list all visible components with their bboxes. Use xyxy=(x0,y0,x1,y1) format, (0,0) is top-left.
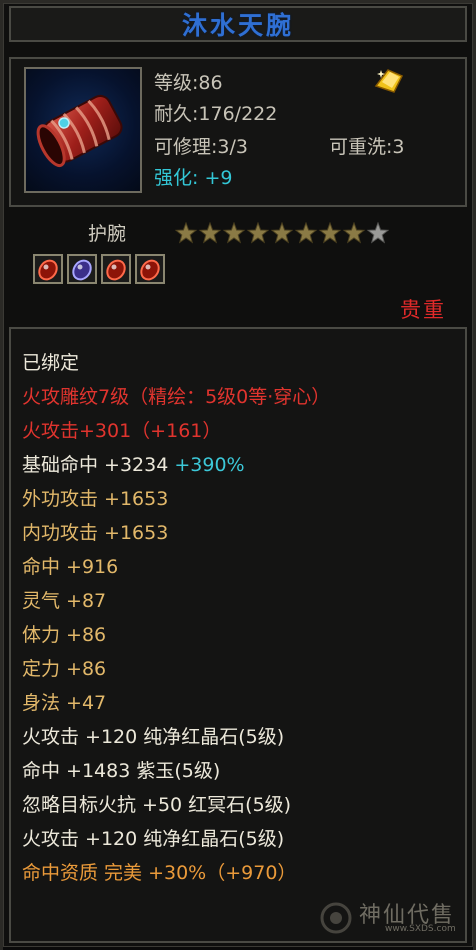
attribute-text: 灵气 +87 xyxy=(22,590,107,612)
red-gem-icon xyxy=(140,259,160,281)
star-filled-icon xyxy=(175,222,197,244)
attribute-text: +390% xyxy=(174,454,245,476)
star-filled-icon xyxy=(199,222,221,244)
attribute-text: 火攻击 +120 纯净红晶石(5级) xyxy=(22,726,285,748)
attribute-line: 体力 +86 xyxy=(22,622,330,656)
attribute-text: 忽略目标火抗 +50 红冥石(5级) xyxy=(22,794,292,816)
gem-slot[interactable] xyxy=(135,254,165,284)
star-filled-icon xyxy=(271,222,293,244)
attribute-line: 忽略目标火抗 +50 红冥石(5级) xyxy=(22,792,330,826)
attribute-text: 体力 +86 xyxy=(22,624,107,646)
attribute-line: 火攻雕纹7级（精绘：5级0等·穿心） xyxy=(22,384,330,418)
attributes-list: 已绑定火攻雕纹7级（精绘：5级0等·穿心） 火攻击+301（+161） 基础命中 +… xyxy=(22,350,330,894)
attribute-text: 火攻雕纹7级（精绘：5级0等·穿心） xyxy=(22,386,331,408)
attribute-line: 内功攻击 +1653 xyxy=(22,520,330,554)
repair-label: 可修理: xyxy=(154,136,218,158)
attribute-line: 命中 +916 xyxy=(22,554,330,588)
repair-stat: 可修理:3/3 xyxy=(154,132,248,159)
rewash-stat: 可重洗:3 xyxy=(329,132,405,159)
durability-stat: 耐久:176/222 xyxy=(154,99,277,126)
attribute-text: 基础命中 +3234 xyxy=(22,454,175,476)
attribute-line: 火攻击 +120 纯净红晶石(5级) xyxy=(22,826,330,860)
gem-slot[interactable] xyxy=(67,254,97,284)
star-filled-icon xyxy=(247,222,269,244)
attribute-text: 火攻击 +120 纯净红晶石(5级) xyxy=(22,828,285,850)
enhance-label: 强化: xyxy=(154,167,199,189)
attribute-line: 命中资质 完美 +30%（+970） xyxy=(22,860,330,894)
gold-ingot-icon xyxy=(374,69,404,93)
enhance-value: +9 xyxy=(204,167,233,189)
durability-label: 耐久: xyxy=(154,103,199,125)
title-bar: 沐水天腕 xyxy=(9,6,467,42)
level-label: 等级: xyxy=(154,72,199,94)
attribute-line: 身法 +47 xyxy=(22,690,330,724)
attribute-text: 命中 +916 xyxy=(22,556,119,578)
bracer-item-icon xyxy=(24,67,142,193)
attribute-line: 火攻击 +120 纯净红晶石(5级) xyxy=(22,724,330,758)
gem-slot[interactable] xyxy=(33,254,63,284)
attribute-text: 定力 +86 xyxy=(22,658,107,680)
repair-value: 3/3 xyxy=(217,136,248,158)
attribute-text: 身法 +47 xyxy=(22,692,107,714)
attribute-text: 外功攻击 +1653 xyxy=(22,488,169,510)
rewash-label: 可重洗: xyxy=(329,136,393,158)
attribute-line: 定力 +86 xyxy=(22,656,330,690)
gem-slot[interactable] xyxy=(101,254,131,284)
durability-value: 176/222 xyxy=(198,103,278,125)
enhance-stat: 强化: +9 xyxy=(154,163,232,190)
attribute-line: 外功攻击 +1653 xyxy=(22,486,330,520)
level-value: 86 xyxy=(198,72,223,94)
star-filled-icon xyxy=(319,222,341,244)
attribute-line: 灵气 +87 xyxy=(22,588,330,622)
star-empty-icon xyxy=(367,222,389,244)
item-title: 沐水天腕 xyxy=(181,11,294,40)
attribute-text: 内功攻击 +1653 xyxy=(22,522,169,544)
attribute-text: 已绑定 xyxy=(22,352,80,374)
star-filled-icon xyxy=(295,222,317,244)
attribute-text: 命中 +1483 紫玉(5级) xyxy=(22,760,221,782)
item-type: 护腕 xyxy=(88,223,127,245)
purple-gem-icon xyxy=(72,259,92,281)
watermark-url: www.SXDS.com xyxy=(385,924,456,934)
attribute-line: 已绑定 xyxy=(22,350,330,384)
attribute-line: 火攻击+301（+161） xyxy=(22,418,330,452)
attribute-line: 基础命中 +3234 +390% xyxy=(22,452,330,486)
attribute-text: 命中资质 完美 +30%（+970） xyxy=(22,862,297,884)
attribute-line: 命中 +1483 紫玉(5级) xyxy=(22,758,330,792)
star-rating xyxy=(175,222,389,244)
star-filled-icon xyxy=(223,222,245,244)
rewash-value: 3 xyxy=(392,136,405,158)
red-gem-icon xyxy=(38,259,58,281)
level-stat: 等级:86 xyxy=(154,68,223,95)
red-gem-icon xyxy=(106,259,126,281)
star-filled-icon xyxy=(343,222,365,244)
rarity-label: 贵重 xyxy=(400,298,446,322)
gem-slots xyxy=(33,254,165,284)
attribute-text: 火攻击+301（+161） xyxy=(22,420,222,442)
